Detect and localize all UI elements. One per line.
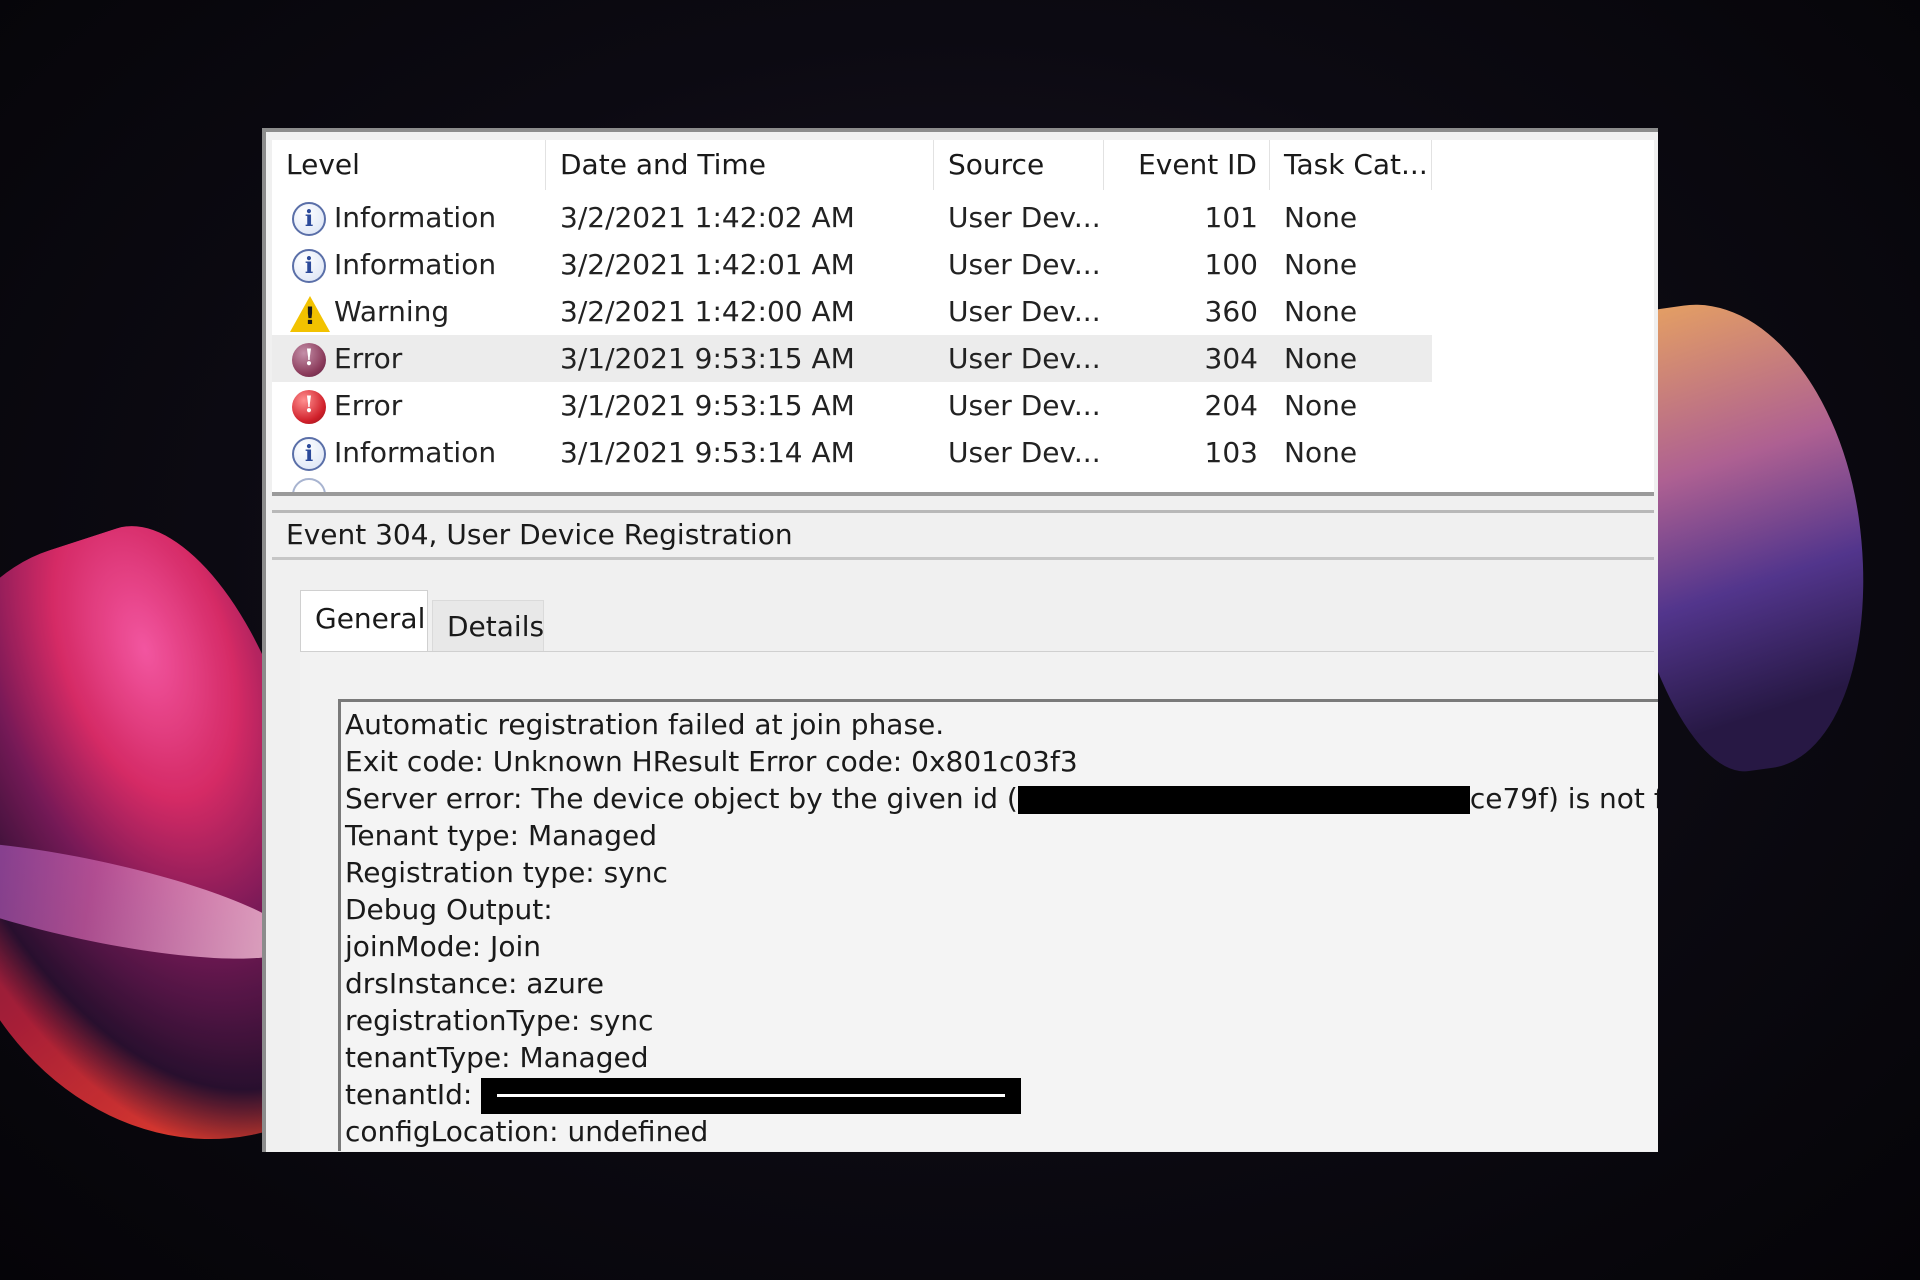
event-task-category: None bbox=[1284, 248, 1358, 281]
event-datetime: 3/2/2021 1:42:02 AM bbox=[560, 201, 855, 234]
event-row[interactable]: i Information 3/1/2021 9:53:14 AM User D… bbox=[272, 429, 1432, 476]
column-header-task-category[interactable]: Task Cat... bbox=[1270, 140, 1432, 190]
event-id: 360 bbox=[1204, 295, 1258, 328]
message-text: Server error: The device object by the g… bbox=[345, 782, 1018, 815]
message-line: configLocation: undefined bbox=[345, 1115, 709, 1148]
event-viewer-window: Level Date and Time Source Event ID Task… bbox=[262, 128, 1658, 1152]
info-icon: i bbox=[292, 202, 326, 236]
event-datetime: 3/1/2021 9:53:15 AM bbox=[560, 342, 855, 375]
event-id: 103 bbox=[1204, 436, 1258, 469]
error-icon: ! bbox=[292, 343, 326, 377]
message-line: Debug Output: bbox=[345, 893, 553, 926]
tab-details[interactable]: Details bbox=[432, 600, 544, 652]
event-level: Information bbox=[334, 248, 497, 281]
event-source: User Dev... bbox=[948, 342, 1101, 375]
event-source: User Dev... bbox=[948, 248, 1101, 281]
event-details-title: Event 304, User Device Registration bbox=[272, 510, 1654, 560]
event-details-pane: Event 304, User Device Registration Gene… bbox=[272, 510, 1658, 1151]
event-id: 101 bbox=[1204, 201, 1258, 234]
event-id: 204 bbox=[1204, 389, 1258, 422]
event-task-category: None bbox=[1284, 342, 1358, 375]
event-message-textbox[interactable]: Automatic registration failed at join ph… bbox=[338, 699, 1658, 1151]
info-icon: i bbox=[292, 249, 326, 283]
column-header-level[interactable]: Level bbox=[272, 140, 546, 190]
event-id: 100 bbox=[1204, 248, 1258, 281]
events-list: Level Date and Time Source Event ID Task… bbox=[272, 140, 1654, 496]
event-source: User Dev... bbox=[948, 201, 1101, 234]
event-row[interactable]: i Information 3/2/2021 1:42:02 AM User D… bbox=[272, 194, 1432, 241]
column-header-date-time[interactable]: Date and Time bbox=[546, 140, 934, 190]
event-row-selected[interactable]: ! Error 3/1/2021 9:53:15 AM User Dev... … bbox=[272, 335, 1432, 382]
event-row[interactable]: ! Error 3/1/2021 9:53:15 AM User Dev... … bbox=[272, 382, 1432, 429]
message-line: joinMode: Join bbox=[345, 930, 541, 963]
event-level: Error bbox=[334, 342, 403, 375]
event-row[interactable]: i Information 3/2/2021 1:42:01 AM User D… bbox=[272, 241, 1432, 288]
message-line-tenant-id: tenantId: bbox=[345, 1076, 1658, 1114]
message-line: Automatic registration failed at join ph… bbox=[345, 708, 945, 741]
message-line-server-error: Server error: The device object by the g… bbox=[345, 780, 1658, 817]
event-datetime: 3/2/2021 1:42:01 AM bbox=[560, 248, 855, 281]
event-source: User Dev... bbox=[948, 389, 1101, 422]
redaction-bar bbox=[481, 1078, 1022, 1114]
general-tab-content: Automatic registration failed at join ph… bbox=[300, 651, 1658, 1151]
message-line: registrationType: sync bbox=[345, 1004, 654, 1037]
event-datetime: 3/2/2021 1:42:00 AM bbox=[560, 295, 855, 328]
event-source: User Dev... bbox=[948, 436, 1101, 469]
message-line: Exit code: Unknown HResult Error code: 0… bbox=[345, 745, 1078, 778]
message-line: Tenant type: Managed bbox=[345, 819, 657, 852]
event-level: Warning bbox=[334, 295, 450, 328]
info-icon: i bbox=[292, 437, 326, 471]
column-header-source[interactable]: Source bbox=[934, 140, 1104, 190]
event-level: Information bbox=[334, 436, 497, 469]
message-line: tenantType: Managed bbox=[345, 1041, 649, 1074]
error-icon: ! bbox=[292, 390, 326, 424]
message-text: tenantId: bbox=[345, 1078, 473, 1111]
message-line: drsInstance: azure bbox=[345, 967, 605, 1000]
event-task-category: None bbox=[1284, 201, 1358, 234]
event-id: 304 bbox=[1204, 342, 1258, 375]
column-header-event-id[interactable]: Event ID bbox=[1104, 140, 1270, 190]
event-datetime: 3/1/2021 9:53:15 AM bbox=[560, 389, 855, 422]
warning-icon: ! bbox=[290, 296, 330, 332]
event-task-category: None bbox=[1284, 436, 1358, 469]
event-source: User Dev... bbox=[948, 295, 1101, 328]
redaction-bar bbox=[1017, 786, 1470, 814]
tab-general[interactable]: General bbox=[300, 590, 428, 652]
event-task-category: None bbox=[1284, 295, 1358, 328]
event-task-category: None bbox=[1284, 389, 1358, 422]
event-datetime: 3/1/2021 9:53:14 AM bbox=[560, 436, 855, 469]
event-level: Information bbox=[334, 201, 497, 234]
info-icon-partial bbox=[292, 478, 326, 492]
message-text: ce79f) is not found. bbox=[1469, 782, 1658, 815]
events-list-header: Level Date and Time Source Event ID Task… bbox=[272, 140, 1432, 190]
event-row[interactable]: ! Warning 3/2/2021 1:42:00 AM User Dev..… bbox=[272, 288, 1432, 335]
message-line: Registration type: sync bbox=[345, 856, 668, 889]
event-level: Error bbox=[334, 389, 403, 422]
